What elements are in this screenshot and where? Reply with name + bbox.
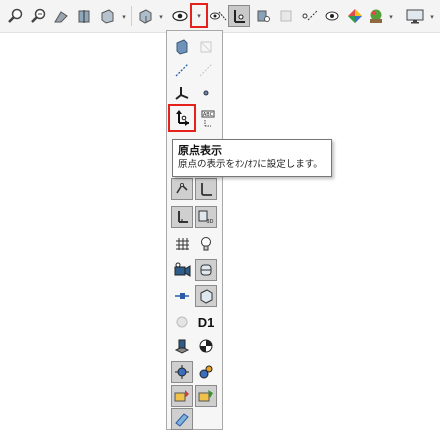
view-sketch-planes-toggle[interactable] <box>171 206 193 228</box>
view-orientation-dropdown-arrow[interactable]: ▾ <box>120 13 128 21</box>
view-origins-toggle[interactable] <box>171 107 193 129</box>
hide-show-items-icon[interactable] <box>171 7 189 25</box>
tooltip-title: 原点表示 <box>178 144 222 157</box>
view-settings-dropdown-arrow[interactable]: ▾ <box>428 13 436 21</box>
apply-scene-icon[interactable] <box>367 7 385 25</box>
view-coordinate-systems-toggle[interactable] <box>171 82 193 104</box>
display-style-icon[interactable] <box>136 7 154 25</box>
view-sketches-toggle[interactable] <box>195 178 217 200</box>
view-parts-toggle[interactable] <box>195 285 217 307</box>
view-gear-toggle[interactable] <box>195 361 217 383</box>
view-temporary-axes-toggle[interactable] <box>195 59 217 81</box>
view-points-toggle[interactable] <box>195 82 217 104</box>
tooltip-description: 原点の表示をｵﾝ/ｵﾌに設定します。 <box>178 159 323 170</box>
view-live-sections-toggle[interactable] <box>195 385 217 407</box>
view-lights-toggle[interactable] <box>195 233 217 255</box>
view-orientation-icon[interactable] <box>98 7 116 25</box>
view-grid-toggle[interactable] <box>171 233 193 255</box>
section-view-icon[interactable] <box>75 7 93 25</box>
view-decals-toggle[interactable] <box>171 385 193 407</box>
view-3d-sketch-planes-toggle[interactable]: 3D <box>195 206 217 228</box>
zoom-to-area-icon[interactable] <box>29 7 47 25</box>
view-points-icon[interactable] <box>323 7 341 25</box>
view-bounding-box-toggle[interactable] <box>195 36 217 58</box>
zoom-to-fit-icon[interactable] <box>6 7 24 25</box>
hide-show-dropdown-arrow[interactable]: ▾ <box>195 12 203 20</box>
view-settings-icon[interactable] <box>406 7 424 25</box>
apply-scene-dropdown-arrow[interactable]: ▾ <box>387 13 395 21</box>
view-dimension-d1-toggle[interactable]: D1 <box>195 311 217 333</box>
view-annotation-views-toggle[interactable] <box>171 335 193 357</box>
view-weld-beads-toggle[interactable] <box>171 311 193 333</box>
view-center-of-mass-toggle[interactable] <box>195 335 217 357</box>
view-mates-toggle[interactable] <box>171 361 193 383</box>
view-routing-points-toggle[interactable] <box>171 285 193 307</box>
view-sketch-curves-toggle[interactable] <box>195 259 217 281</box>
view-planes-toggle[interactable] <box>171 36 193 58</box>
display-style-dropdown-arrow[interactable]: ▾ <box>157 13 165 21</box>
heads-up-view-toolbar: ▾ ▾ ▾ ▾ ▾ <box>0 0 440 33</box>
view-reset-toggle[interactable] <box>171 408 193 430</box>
view-planes-icon[interactable] <box>277 7 295 25</box>
svg-text:ABC: ABC <box>203 112 214 118</box>
view-sketch-relations-toggle[interactable] <box>171 178 193 200</box>
view-origins-icon[interactable] <box>230 7 248 25</box>
svg-text:3D: 3D <box>206 219 213 225</box>
view-cameras-toggle[interactable] <box>171 259 193 281</box>
previous-view-icon[interactable] <box>52 7 70 25</box>
view-axes-icon[interactable] <box>300 7 318 25</box>
hide-show-items-flyout: ABC 3D D1 <box>166 30 223 430</box>
view-sketch-icon[interactable] <box>254 7 272 25</box>
edit-appearance-icon[interactable] <box>346 7 364 25</box>
view-axes-toggle[interactable] <box>171 59 193 81</box>
view-planes-toolbar-icon[interactable] <box>209 7 227 25</box>
view-origins-tooltip: 原点表示 原点の表示をｵﾝ/ｵﾌに設定します。 <box>172 139 332 177</box>
toolbar-separator <box>131 6 132 26</box>
d1-label: D1 <box>197 314 215 330</box>
view-dimension-names-toggle[interactable]: ABC <box>197 107 219 129</box>
